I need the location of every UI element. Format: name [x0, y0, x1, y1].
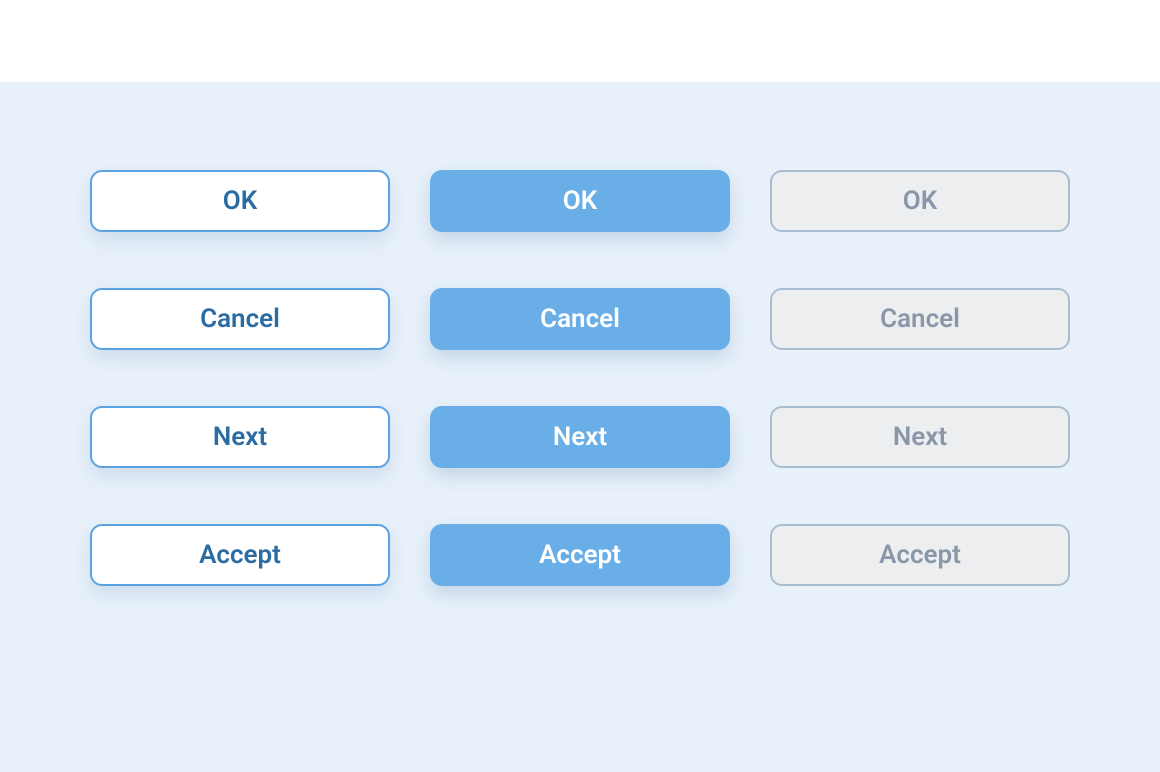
accept-button-disabled: Accept — [770, 524, 1070, 586]
next-button-disabled: Next — [770, 406, 1070, 468]
next-button-filled[interactable]: Next — [430, 406, 730, 468]
cancel-button-filled[interactable]: Cancel — [430, 288, 730, 350]
accept-button-outline[interactable]: Accept — [90, 524, 390, 586]
ok-button-filled[interactable]: OK — [430, 170, 730, 232]
ok-button-outline[interactable]: OK — [90, 170, 390, 232]
button-grid: OK OK OK Cancel Cancel Cancel Next Next … — [90, 170, 1070, 772]
ok-button-disabled: OK — [770, 170, 1070, 232]
next-button-outline[interactable]: Next — [90, 406, 390, 468]
accept-button-filled[interactable]: Accept — [430, 524, 730, 586]
button-showcase-canvas: OK OK OK Cancel Cancel Cancel Next Next … — [0, 82, 1160, 772]
cancel-button-outline[interactable]: Cancel — [90, 288, 390, 350]
cancel-button-disabled: Cancel — [770, 288, 1070, 350]
